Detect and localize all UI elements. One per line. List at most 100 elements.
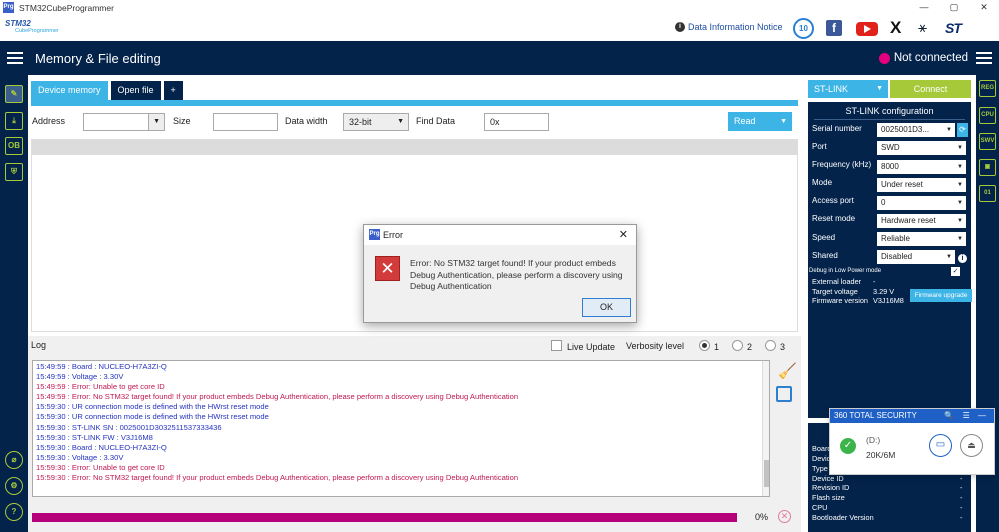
read-button[interactable]: Read ▼ [728,112,792,131]
st-logo[interactable]: ST [945,20,962,36]
chip-icon[interactable]: ▣ [979,159,996,176]
serial-select[interactable]: 0025001D3... ▼ [877,123,955,137]
connection-status: Not connected [878,41,999,75]
check-icon: ✓ [840,438,856,454]
ok-button[interactable]: OK [582,298,631,317]
community-icon[interactable]: ⚹ [918,19,927,36]
options-menu-icon[interactable] [976,49,992,67]
port-label: Port [812,142,827,151]
download-icon[interactable]: ⤓ [5,112,23,130]
data-width-select[interactable]: 32-bit ▼ [343,113,409,131]
app-icon: Prg [369,229,380,240]
data-width-label: Data width [285,116,328,126]
target-device-id-label: Device ID [812,474,844,483]
facebook-icon[interactable]: f [826,20,842,36]
mode-select[interactable]: Under reset ▼ [877,178,966,192]
target-voltage-label: Target voltage [812,287,858,296]
maximize-button[interactable]: ▢ [939,0,969,15]
address-dropdown[interactable]: ▼ [148,113,165,131]
target-cpu-value: - [960,503,963,512]
find-data-label: Find Data [416,116,456,126]
chevron-down-icon: ▼ [876,85,883,92]
add-tab-button[interactable]: + [163,81,183,100]
ob-icon[interactable]: OB [5,137,23,155]
connect-button[interactable]: Connect [890,80,971,98]
mode-label: Mode [812,178,833,187]
anniversary-badge-icon[interactable]: 10 [793,18,814,39]
speed-label: Speed [812,233,836,242]
swv-icon[interactable]: SWV [979,133,996,150]
page-title: Memory & File editing [35,50,161,66]
error-dialog: Prg Error ✕ ✕ Error: No STM32 target fou… [363,224,637,323]
error-icon: ✕ [375,256,400,281]
target-device-id-value: - [960,474,963,483]
x-icon[interactable]: X [890,18,901,38]
popup-controls[interactable]: 🔍 ☰ — [944,409,989,423]
target-cpu-label: CPU [812,503,828,512]
frequency-label: Frequency (kHz) [812,160,872,169]
youtube-icon[interactable] [856,22,878,36]
shield-icon[interactable]: ⛨ [5,163,23,181]
live-update-checkbox[interactable] [551,340,562,351]
cpu-icon[interactable]: CPU [979,107,996,124]
chevron-down-icon: ▼ [397,118,404,125]
folder-icon[interactable]: ▭ [929,434,952,457]
find-data-input[interactable]: 0x [484,113,549,131]
size-input[interactable] [213,113,278,131]
menu-icon[interactable] [7,49,23,67]
port-select[interactable]: SWD ▼ [877,141,966,155]
firmware-upgrade-button[interactable]: Firmware upgrade [910,289,972,302]
shared-label: Shared [812,251,838,260]
low-power-checkbox[interactable]: ✓ [951,267,960,276]
verbosity-3-radio[interactable] [765,340,776,351]
low-power-label: Debug in Low Power mode [809,268,882,274]
address-label: Address [32,116,66,126]
cancel-icon[interactable]: ✕ [778,510,791,523]
verbosity-1-radio[interactable] [699,340,710,351]
log-scrollbar[interactable] [762,361,769,496]
log-output[interactable]: 15:49:59 : Board : NUCLEO-H7A3ZI-Q 15:49… [32,360,770,497]
log-line: 15:59:30 : Board : NUCLEO-H7A3ZI-Q [36,442,167,452]
interface-select[interactable]: ST-LINK ▼ [808,80,888,98]
save-log-icon[interactable] [776,386,792,402]
security-popup: 360 TOTAL SECURITY 🔍 ☰ — ✓ (D:) 20K/6M ▭ … [829,408,995,475]
clear-log-icon[interactable]: 🧹 [778,362,797,380]
log-line: 15:59:30 : UR connection mode is defined… [36,402,269,412]
close-window-button[interactable]: ✕ [969,0,999,15]
target-flash-label: Flash size [812,493,845,502]
stm-icon[interactable]: ⌀ [5,451,23,469]
dialog-titlebar: Prg Error ✕ [364,225,636,245]
log-line: 15:49:59 : Board : NUCLEO-H7A3ZI-Q [36,362,167,371]
refresh-icon[interactable]: ⟳ [957,123,968,137]
serial-label: Serial number [812,124,862,133]
close-icon[interactable]: ✕ [619,228,628,241]
speed-select[interactable]: Reliable ▼ [877,232,966,246]
log-line: 15:49:59 : Error: Unable to get core ID [36,382,165,392]
verbosity-1-label: 1 [714,342,720,352]
reset-mode-select[interactable]: Hardware reset ▼ [877,214,966,228]
binary-icon[interactable]: 01 [979,185,996,202]
tab-open-file[interactable]: Open file [110,81,161,100]
data-notice-link[interactable]: i Data Information Notice [675,22,783,32]
frequency-select[interactable]: 8000 ▼ [877,160,966,174]
edit-icon[interactable]: ✎ [5,85,23,103]
security-popup-title: 360 TOTAL SECURITY 🔍 ☰ — [830,409,994,423]
address-toolbar: Address ▼ Size Data width 32-bit ▼ Find D… [31,106,798,139]
minimize-button[interactable]: — [909,0,939,15]
register-icon[interactable]: REG [979,80,996,97]
access-port-label: Access port [812,196,854,205]
tab-device-memory[interactable]: Device memory [31,81,108,100]
help-icon[interactable]: i [958,254,967,263]
stm32-logo: STM32 CubeProgrammer [5,19,59,34]
settings-icon[interactable]: ⚙ [5,477,23,495]
shared-select[interactable]: Disabled ▼ [877,250,955,264]
target-revision-label: Revision ID [812,483,850,492]
dialog-title: Error [383,230,403,240]
help-icon[interactable]: ? [5,503,23,521]
log-line: 15:49:59 : Error: No STM32 target found!… [36,392,519,402]
log-scroll-thumb[interactable] [764,460,769,487]
verbosity-2-radio[interactable] [732,340,743,351]
eject-icon[interactable]: ⏏ [960,434,983,457]
access-port-select[interactable]: 0 ▼ [877,196,966,210]
target-voltage-value: 3.29 V [873,287,895,296]
